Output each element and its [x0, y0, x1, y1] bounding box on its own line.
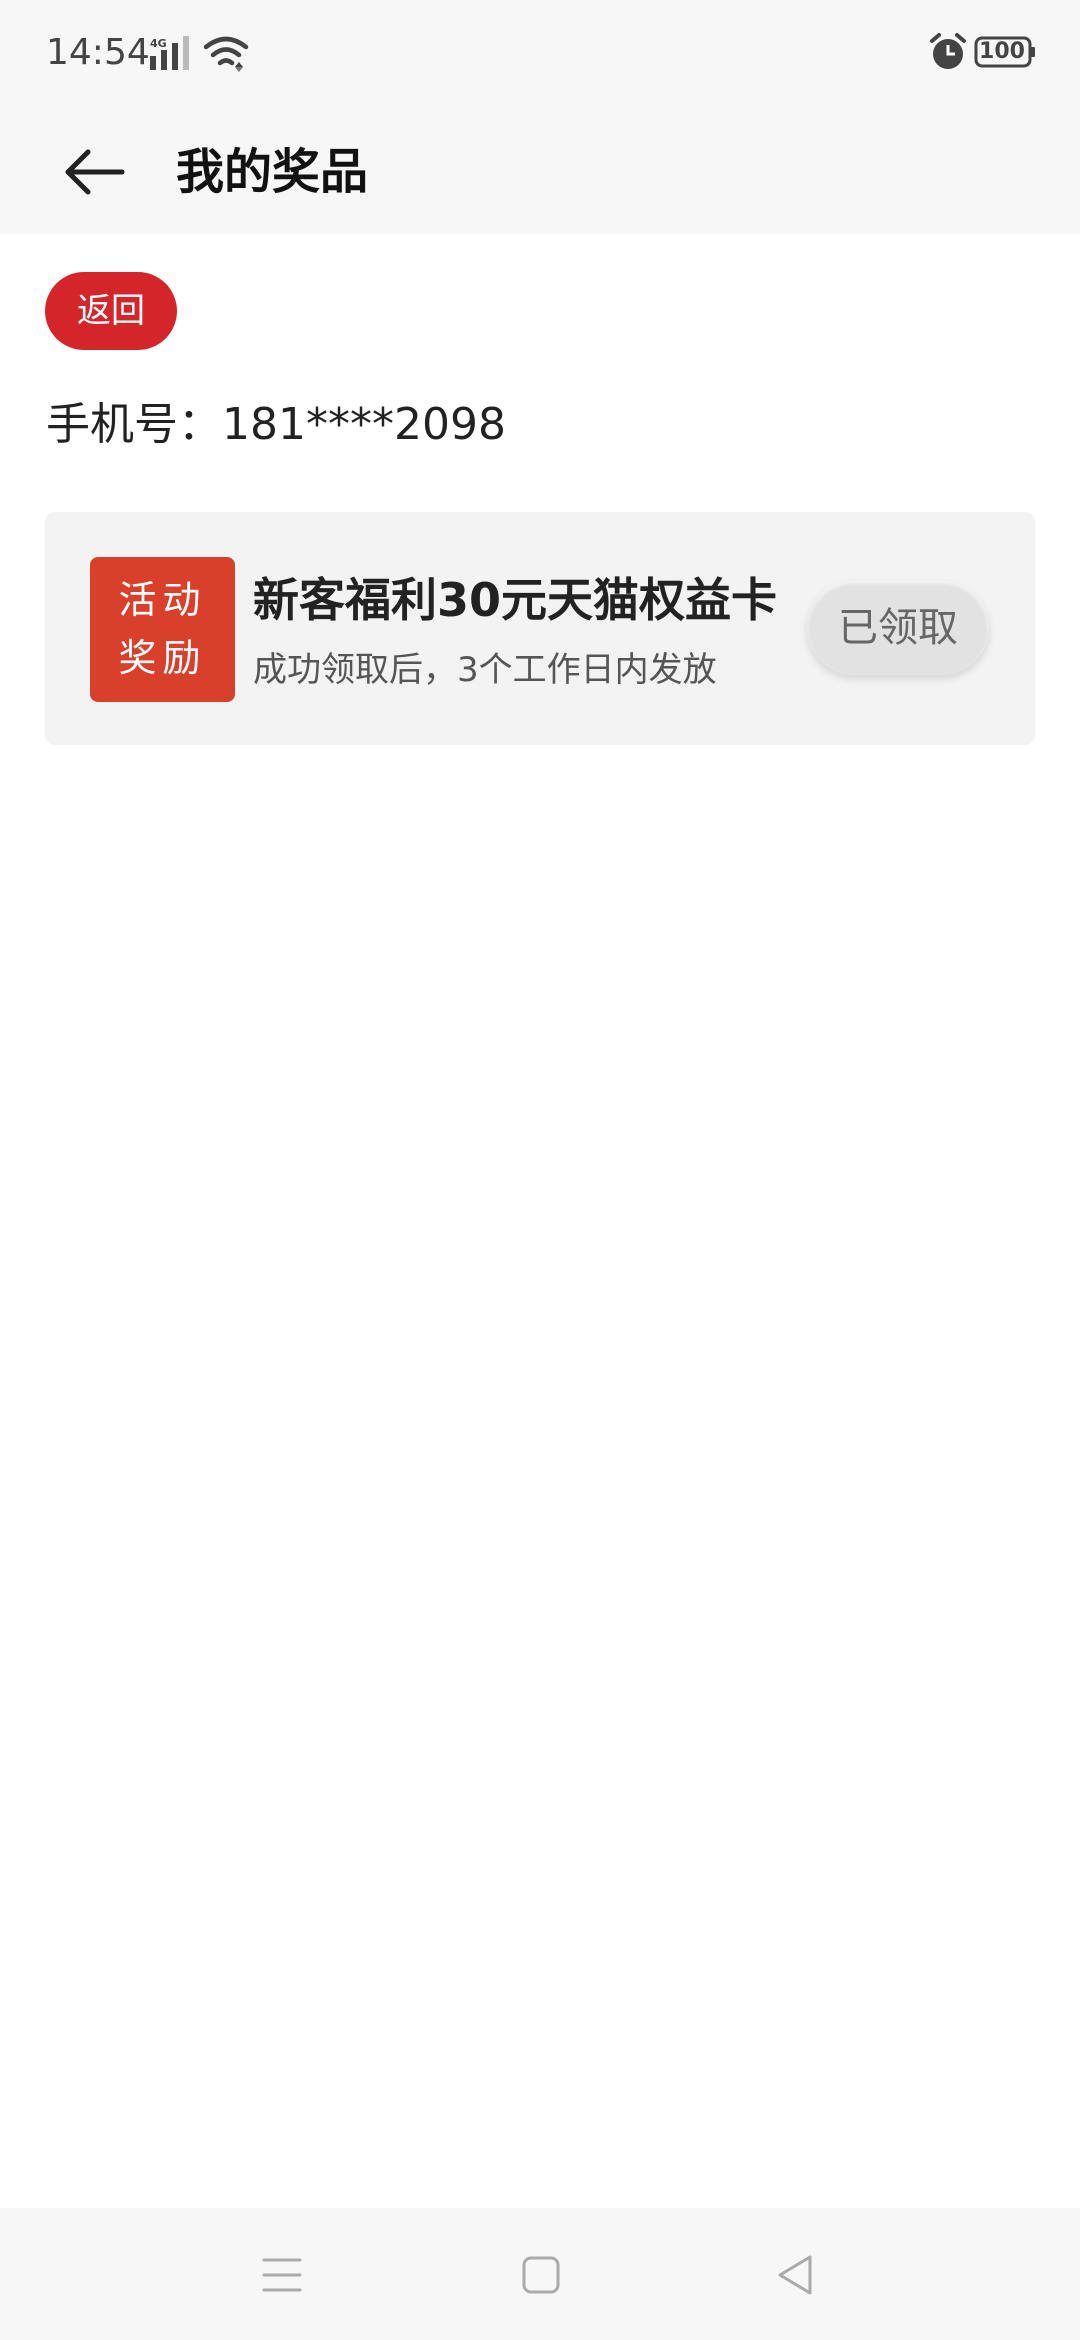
- badge-line-1: 活动: [118, 578, 207, 622]
- activity-reward-badge: 活动 奖励: [90, 557, 235, 702]
- battery-level: 100: [979, 39, 1025, 64]
- phone-number-row: 手机号：181****2098: [46, 388, 506, 452]
- prize-title: 新客福利30元天猫权益卡: [253, 573, 778, 627]
- alarm-icon: [930, 33, 966, 69]
- wifi-icon: [203, 36, 249, 72]
- status-bar: 14:54 4G 100: [0, 0, 1080, 110]
- back-button[interactable]: 返回: [45, 272, 177, 350]
- badge-line-2: 奖励: [118, 636, 207, 680]
- status-time: 14:54: [46, 32, 150, 73]
- home-icon[interactable]: [522, 2256, 560, 2294]
- signal-icon: 4G: [150, 36, 189, 70]
- phone-number: 181****2098: [222, 399, 506, 450]
- menu-icon[interactable]: [262, 2256, 302, 2294]
- prize-card: 活动 奖励 新客福利30元天猫权益卡 成功领取后，3个工作日内发放 已领取: [45, 512, 1035, 745]
- prize-subtitle: 成功领取后，3个工作日内发放: [253, 650, 717, 690]
- page-title: 我的奖品: [176, 144, 369, 200]
- app-header: 我的奖品: [0, 110, 1080, 234]
- back-icon[interactable]: [776, 2254, 814, 2296]
- back-arrow-icon[interactable]: [60, 136, 132, 208]
- system-nav-bar: [0, 2208, 1080, 2340]
- phone-label: 手机号：: [46, 399, 222, 450]
- network-type-label: 4G: [150, 37, 167, 50]
- claimed-button[interactable]: 已领取: [807, 581, 989, 675]
